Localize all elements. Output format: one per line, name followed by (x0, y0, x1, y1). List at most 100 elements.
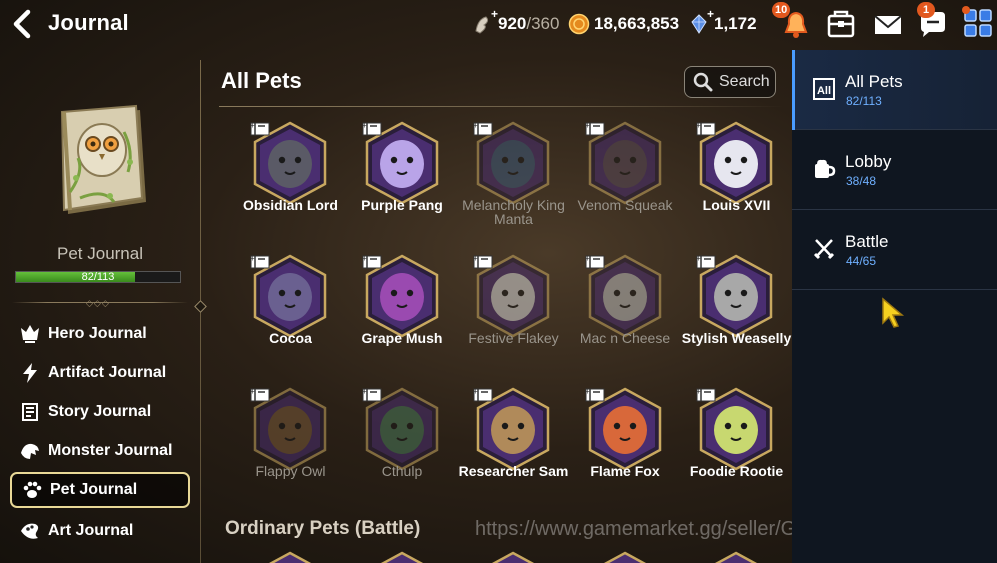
pet-portrait-peek[interactable] (473, 550, 553, 563)
pet-name: Cocoa (269, 330, 312, 346)
pet-card[interactable]: + Foodie Rootie (681, 386, 792, 511)
menu-item-art-journal[interactable]: Art Journal (10, 511, 190, 550)
journal-menu: Hero Journal Artifact Journal Story Jour… (10, 314, 190, 550)
svg-text:+: + (473, 387, 478, 396)
pet-portrait-peek[interactable] (585, 550, 665, 563)
pet-tag-icon: + (250, 387, 270, 402)
notification-badge: 10 (772, 2, 791, 18)
menu-item-artifact-journal[interactable]: Artifact Journal (10, 353, 190, 392)
svg-text:+: + (585, 254, 590, 263)
chat-badge: 1 (917, 2, 935, 18)
inventory-chest-icon[interactable] (825, 8, 857, 40)
menu-item-hero-journal[interactable]: Hero Journal (10, 314, 190, 353)
all-icon: All (812, 76, 836, 102)
pet-name: Cthulp (381, 463, 423, 479)
page-title: Journal (48, 10, 129, 35)
stamina-icon: + (472, 7, 498, 35)
category-label: All Pets (845, 72, 903, 91)
back-arrow-icon[interactable] (8, 8, 42, 40)
menu-item-label: Pet Journal (50, 481, 138, 498)
category-label: Lobby (845, 152, 892, 171)
chat-bubble-icon[interactable]: 1 (917, 2, 949, 40)
svg-text:+: + (362, 121, 367, 130)
crystal-gem-icon: + (688, 7, 714, 35)
pet-card[interactable]: + Melancholy King Manta (458, 120, 569, 245)
svg-text:+: + (473, 254, 478, 263)
lobby-icon (812, 156, 836, 182)
category-lobby[interactable]: Lobby 38/48 (792, 130, 997, 210)
svg-text:+: + (696, 121, 701, 130)
pet-card[interactable]: + Cthulp (347, 386, 458, 511)
pet-tag-icon: + (696, 254, 716, 269)
mail-envelope-icon[interactable] (872, 8, 904, 40)
pet-card[interactable]: + Flappy Owl (235, 386, 346, 511)
menu-item-label: Monster Journal (48, 441, 173, 459)
pet-card[interactable]: + Purple Pang (347, 120, 458, 245)
pet-card[interactable]: + Venom Squeak (570, 120, 681, 245)
gem-value: 1,172 (714, 14, 757, 33)
search-icon (693, 72, 713, 92)
journal-progress-bar: 82/113 (15, 271, 181, 283)
menu-item-pet-journal[interactable]: Pet Journal (10, 472, 190, 508)
crossed-swords-icon (812, 236, 836, 262)
gold-counter[interactable]: 18,663,853 (568, 10, 679, 38)
pet-name: Foodie Rootie (689, 463, 784, 479)
pet-tag-icon: + (250, 254, 270, 269)
notification-bell-icon[interactable]: 10 (772, 2, 812, 40)
pet-card[interactable]: + Mac n Cheese (570, 253, 681, 378)
menu-item-story-journal[interactable]: Story Journal (10, 392, 190, 431)
section-divider (219, 106, 784, 107)
pet-card[interactable]: + Obsidian Lord (235, 120, 346, 245)
svg-text:+: + (696, 387, 701, 396)
pet-card[interactable]: + Cocoa (235, 253, 346, 378)
svg-text:+: + (250, 121, 255, 130)
svg-text:+: + (585, 121, 590, 130)
menu-item-label: Artifact Journal (48, 363, 167, 381)
pet-card[interactable]: + Researcher Sam (458, 386, 569, 511)
gold-value: 18,663,853 (594, 14, 680, 33)
art-icon (18, 519, 42, 543)
category-all-pets[interactable]: All All Pets 82/113 (792, 50, 997, 130)
mouse-cursor-icon (880, 297, 906, 329)
monster-icon (18, 439, 42, 463)
pet-card[interactable]: + Grape Mush (347, 253, 458, 378)
hero-icon (18, 322, 42, 346)
pet-tag-icon: + (362, 121, 381, 136)
section-title: All Pets (221, 68, 302, 93)
gem-counter[interactable]: + 1,172 (688, 7, 757, 38)
pet-name: Stylish Weaselly (681, 330, 792, 346)
pet-portrait-peek[interactable] (250, 550, 330, 563)
pet-card[interactable]: + Festive Flakey (458, 253, 569, 378)
pet-portrait-peek[interactable] (696, 550, 776, 563)
pet-tag-icon: + (473, 121, 493, 136)
pet-name: Venom Squeak (577, 197, 673, 213)
search-label: Search (719, 73, 770, 90)
svg-text:+: + (362, 387, 367, 396)
pet-card[interactable]: + Flame Fox (570, 386, 681, 511)
pet-journal-heading: Pet Journal (57, 244, 143, 263)
stamina-counter[interactable]: + 920/360 (472, 7, 559, 38)
menu-item-label: Story Journal (48, 402, 152, 420)
pet-card[interactable]: + Stylish Weaselly (681, 253, 792, 378)
category-label: Battle (845, 232, 889, 251)
svg-text:+: + (696, 254, 701, 263)
svg-text:+: + (250, 387, 255, 396)
category-battle[interactable]: Battle 44/65 (792, 210, 997, 290)
progress-text: 82/113 (81, 271, 115, 283)
pet-name: Louis XVII (702, 197, 771, 213)
pet-tag-icon: + (362, 387, 381, 402)
pet-name: Obsidian Lord (243, 197, 338, 213)
main-menu-grid-icon[interactable] (962, 6, 994, 38)
svg-text:All: All (817, 85, 831, 97)
journal-sidebar: Pet Journal 82/113 ◇◇◇ Hero Journal Arti… (0, 50, 200, 563)
svg-text:+: + (362, 254, 367, 263)
menu-item-monster-journal[interactable]: Monster Journal (10, 431, 190, 470)
gold-coin-icon (568, 13, 590, 35)
search-button[interactable]: Search (684, 66, 776, 98)
story-icon (18, 400, 42, 424)
divider-ornament: ◇◇◇ (86, 298, 110, 308)
pet-card[interactable]: + Louis XVII (681, 120, 792, 245)
pet-tag-icon: + (473, 254, 493, 269)
pet-portrait-peek[interactable] (362, 550, 442, 563)
pet-tag-icon: + (696, 387, 716, 402)
